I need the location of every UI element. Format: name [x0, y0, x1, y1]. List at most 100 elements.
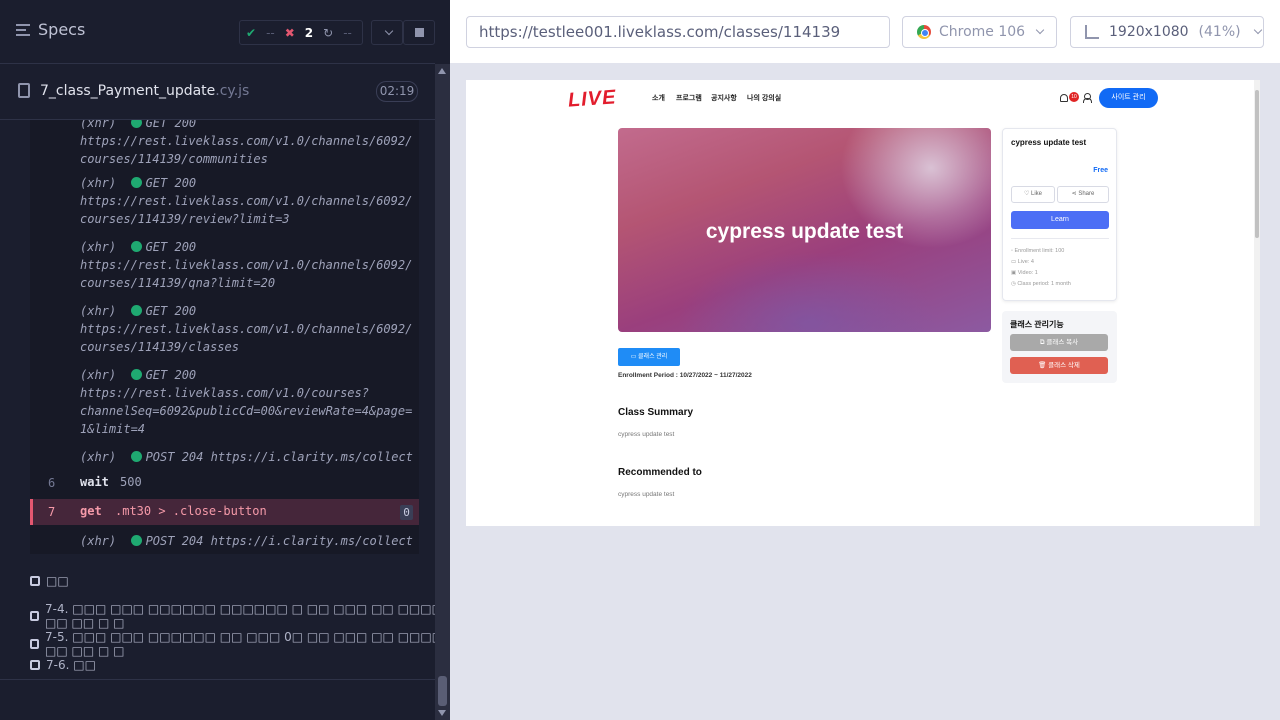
- menu-icon: [16, 23, 30, 36]
- copy-class-button[interactable]: ⧉ 클래스 복사: [1010, 334, 1108, 351]
- failed-count: 2: [304, 25, 314, 40]
- run-stats: ✔ -- ✖ 2 ↻ --: [239, 20, 363, 45]
- learn-button[interactable]: Learn: [1011, 211, 1109, 229]
- pending-count: --: [343, 25, 352, 40]
- element-count-badge: 0: [400, 505, 413, 520]
- command-number: 6: [48, 476, 56, 490]
- command-arg: .mt30 > .close-button: [115, 504, 267, 518]
- log-entry[interactable]: (xhr) GET 200 https://rest.liveklass.com…: [80, 174, 412, 228]
- summary-text: cypress update test: [618, 431, 675, 438]
- class-manage-button[interactable]: ▭ 클래스 관리: [618, 348, 680, 366]
- status-dot-icon: [130, 241, 142, 252]
- passed-count: --: [266, 25, 275, 40]
- chevron-down-icon: [1035, 25, 1045, 35]
- command-get-failed[interactable]: 7 get .mt30 > .close-button 0: [30, 499, 419, 525]
- like-button[interactable]: ♡ Like: [1011, 186, 1055, 203]
- viewport-zoom: (41%): [1198, 24, 1241, 40]
- recommended-heading: Recommended to: [618, 467, 702, 478]
- command-log: (xhr) GET 200 https://rest.liveklass.com…: [30, 120, 419, 554]
- command-name: wait: [80, 475, 109, 489]
- test-item[interactable]: 7-4. □□□ □□□ □□□□□□ □□□□□□ □ □□ □□□ □□ □…: [30, 602, 450, 630]
- manage-title: 클래스 관리기능: [1010, 320, 1064, 329]
- summary-heading: Class Summary: [618, 407, 694, 418]
- log-entry[interactable]: (xhr) GET 200 https://rest.liveklass.com…: [80, 302, 412, 356]
- recommended-text: cypress update test: [618, 491, 675, 498]
- viewport-info[interactable]: 1920x1080 (41%): [1070, 16, 1264, 48]
- ruler-icon: [1085, 25, 1099, 39]
- browser-name: Chrome 106: [939, 24, 1026, 40]
- status-dot-icon: [130, 451, 142, 462]
- log-entry[interactable]: (xhr) GET 200 https://rest.liveklass.com…: [80, 366, 412, 438]
- status-dot-icon: [130, 120, 142, 128]
- nav-item[interactable]: 나의 강의실: [747, 93, 781, 103]
- spec-file-basename: 7_class_Payment_update: [40, 83, 216, 99]
- test-item[interactable]: 7-5. □□□ □□□ □□□□□□ □□ □□□ 0□ □□ □□□ □□ …: [30, 630, 450, 658]
- notification-badge: 10: [1069, 92, 1079, 102]
- status-dot-icon: [130, 305, 142, 316]
- scrollbar-thumb[interactable]: [438, 676, 447, 706]
- log-entry[interactable]: (xhr) GET 200 https://rest.liveklass.com…: [80, 120, 412, 168]
- trash-icon: 🗑: [1038, 362, 1049, 369]
- pending-icon: ↻: [323, 25, 334, 40]
- test-status-icon: [30, 576, 40, 586]
- iframe-scrollbar[interactable]: [1254, 80, 1260, 526]
- delete-class-button[interactable]: 🗑 클래스 삭제: [1010, 357, 1108, 374]
- command-name: get: [80, 504, 102, 518]
- command-wait[interactable]: 6 wait 500: [30, 470, 419, 496]
- divider: [0, 679, 435, 680]
- nav-item[interactable]: 프로그램: [676, 93, 702, 103]
- app-iframe: LIVE 소개 프로그램 공지사항 나의 강의실 10 사이트 관리 cypre…: [466, 80, 1260, 526]
- nav-item[interactable]: 공지사항: [711, 93, 737, 103]
- scroll-up-icon[interactable]: [438, 68, 446, 74]
- class-info-card: cypress update test Free ♡ Like ⋖ Share …: [1002, 128, 1117, 301]
- file-icon: [18, 83, 30, 98]
- hero-title: cypress update test: [705, 220, 904, 243]
- status-dot-icon: [130, 369, 142, 380]
- url-field[interactable]: https://testlee001.liveklass.com/classes…: [466, 16, 890, 48]
- log-entry[interactable]: (xhr) POST 204 https://i.clarity.ms/coll…: [80, 448, 413, 466]
- spec-duration: 02:19: [376, 81, 418, 102]
- price-label: Free: [1093, 167, 1108, 174]
- reporter-scrollbar[interactable]: [435, 64, 450, 720]
- auto-scroll-toggle[interactable]: [371, 20, 403, 45]
- specs-label: Specs: [38, 20, 86, 39]
- monitor-icon: ▭: [630, 354, 639, 360]
- reporter-header: Specs ✔ -- ✖ 2 ↻ --: [0, 0, 435, 64]
- class-hero-image: cypress update test: [618, 128, 991, 332]
- chevron-down-icon: [384, 26, 394, 35]
- enrollment-period: Enrollment Period : 10/27/2022 ~ 11/27/2…: [618, 372, 752, 379]
- site-admin-button[interactable]: 사이트 관리: [1099, 88, 1158, 108]
- stop-icon: [414, 28, 424, 37]
- spec-file-ext: .cy.js: [215, 83, 250, 99]
- status-dot-icon: [130, 177, 142, 188]
- reporter-panel: Specs ✔ -- ✖ 2 ↻ -- 7_class_Payment_upda…: [0, 0, 450, 720]
- scrollbar-thumb[interactable]: [1255, 90, 1259, 238]
- spec-file-name[interactable]: 7_class_Payment_update.cy.js: [40, 83, 249, 99]
- info-class-period: ◷ Class period: 1 month: [1011, 281, 1071, 287]
- site-logo[interactable]: LIVE: [567, 86, 617, 112]
- log-entry[interactable]: (xhr) GET 200 https://rest.liveklass.com…: [80, 238, 412, 292]
- test-status-icon: [30, 660, 40, 670]
- test-item[interactable]: □□: [30, 574, 69, 588]
- share-button[interactable]: ⋖ Share: [1057, 186, 1109, 203]
- status-dot-icon: [130, 535, 142, 546]
- command-number: 7: [48, 505, 56, 519]
- divider: [1011, 238, 1109, 239]
- card-title: cypress update test: [1011, 138, 1087, 147]
- bell-icon[interactable]: [1060, 94, 1068, 102]
- log-entry[interactable]: (xhr) POST 204 https://i.clarity.ms/coll…: [80, 532, 413, 550]
- viewport-size: 1920x1080: [1109, 24, 1189, 40]
- test-item[interactable]: 7-6. □□: [30, 658, 96, 672]
- chrome-icon: [917, 25, 931, 39]
- test-status-icon: [30, 611, 40, 621]
- passed-icon: ✔: [246, 25, 257, 40]
- browser-selector[interactable]: Chrome 106: [902, 16, 1057, 48]
- user-icon[interactable]: [1083, 93, 1092, 103]
- stop-button[interactable]: [403, 20, 435, 45]
- failed-icon: ✖: [284, 25, 295, 40]
- command-arg: 500: [120, 475, 142, 489]
- scroll-down-icon[interactable]: [438, 710, 446, 716]
- chevron-down-icon: [1253, 25, 1262, 35]
- nav-item[interactable]: 소개: [652, 93, 665, 103]
- specs-button[interactable]: Specs: [16, 20, 85, 39]
